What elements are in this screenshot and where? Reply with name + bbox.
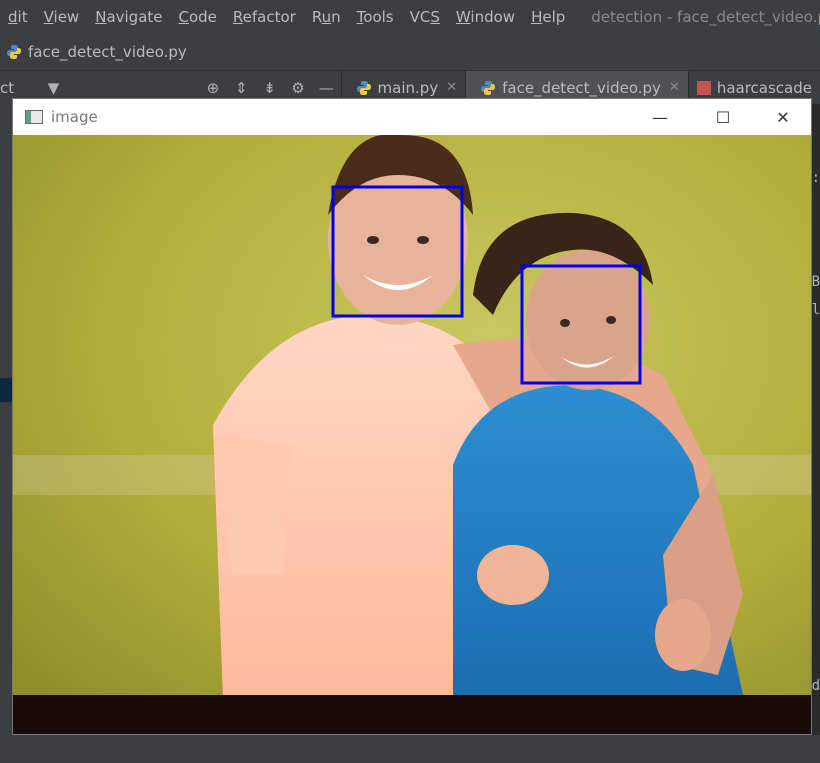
gear-icon[interactable]: ⚙	[290, 78, 306, 98]
menu-vcs[interactable]: VCS	[402, 8, 448, 26]
menu-help[interactable]: Help	[523, 8, 573, 26]
expand-all-icon[interactable]: ⇕	[233, 78, 249, 98]
editor-text-fragment: B	[811, 274, 820, 290]
navigation-bar: face_detect_video.py	[0, 34, 820, 71]
maximize-icon[interactable]: ☐	[700, 99, 746, 135]
breadcrumb-file[interactable]: face_detect_video.py	[28, 43, 187, 61]
project-label[interactable]: ct	[0, 79, 39, 97]
collapse-all-icon[interactable]: ⇟	[261, 78, 277, 98]
menu-bar: dit View Navigate Code Refactor Run Tool…	[0, 0, 820, 34]
status-bar	[0, 735, 820, 763]
close-icon[interactable]: ✕	[669, 80, 680, 95]
project-panel-edge	[0, 104, 12, 763]
python-file-icon	[481, 80, 496, 95]
python-file-icon	[356, 80, 371, 95]
close-icon[interactable]: ✕	[446, 80, 457, 95]
webcam-photo	[13, 135, 811, 734]
opencv-app-icon	[25, 110, 43, 124]
project-selection-highlight	[0, 378, 12, 402]
window-title: detection - face_detect_video.py	[591, 8, 820, 26]
menu-edit[interactable]: dit	[0, 8, 36, 26]
opencv-image-window: image — ☐ ✕	[12, 98, 812, 735]
tab-label: main.py	[377, 78, 439, 97]
editor-text-fragment: l	[811, 302, 820, 318]
opencv-window-title: image	[51, 108, 98, 126]
minimize-panel-icon[interactable]: —	[318, 78, 334, 98]
python-file-icon	[7, 45, 21, 59]
tab-label: face_detect_video.py	[502, 78, 661, 97]
opencv-titlebar[interactable]: image — ☐ ✕	[13, 99, 811, 135]
tab-label: haarcascade	[716, 78, 812, 97]
chevron-down-icon[interactable]: ▼	[45, 78, 61, 98]
menu-view[interactable]: View	[36, 8, 88, 26]
editor-edge: : B l d	[812, 104, 820, 763]
locate-target-icon[interactable]: ⊕	[205, 78, 221, 98]
menu-code[interactable]: Code	[171, 8, 225, 26]
xml-file-icon	[696, 80, 711, 95]
editor-text-fragment: :	[811, 170, 820, 186]
menu-run[interactable]: Run	[304, 8, 349, 26]
menu-refactor[interactable]: Refactor	[225, 8, 304, 26]
editor-text-fragment: d	[811, 678, 820, 694]
menu-tools[interactable]: Tools	[349, 8, 402, 26]
minimize-icon[interactable]: —	[637, 99, 683, 135]
webcam-frame	[13, 135, 811, 734]
menu-navigate[interactable]: Navigate	[87, 8, 170, 26]
close-window-icon[interactable]: ✕	[760, 99, 806, 135]
menu-window[interactable]: Window	[448, 8, 523, 26]
